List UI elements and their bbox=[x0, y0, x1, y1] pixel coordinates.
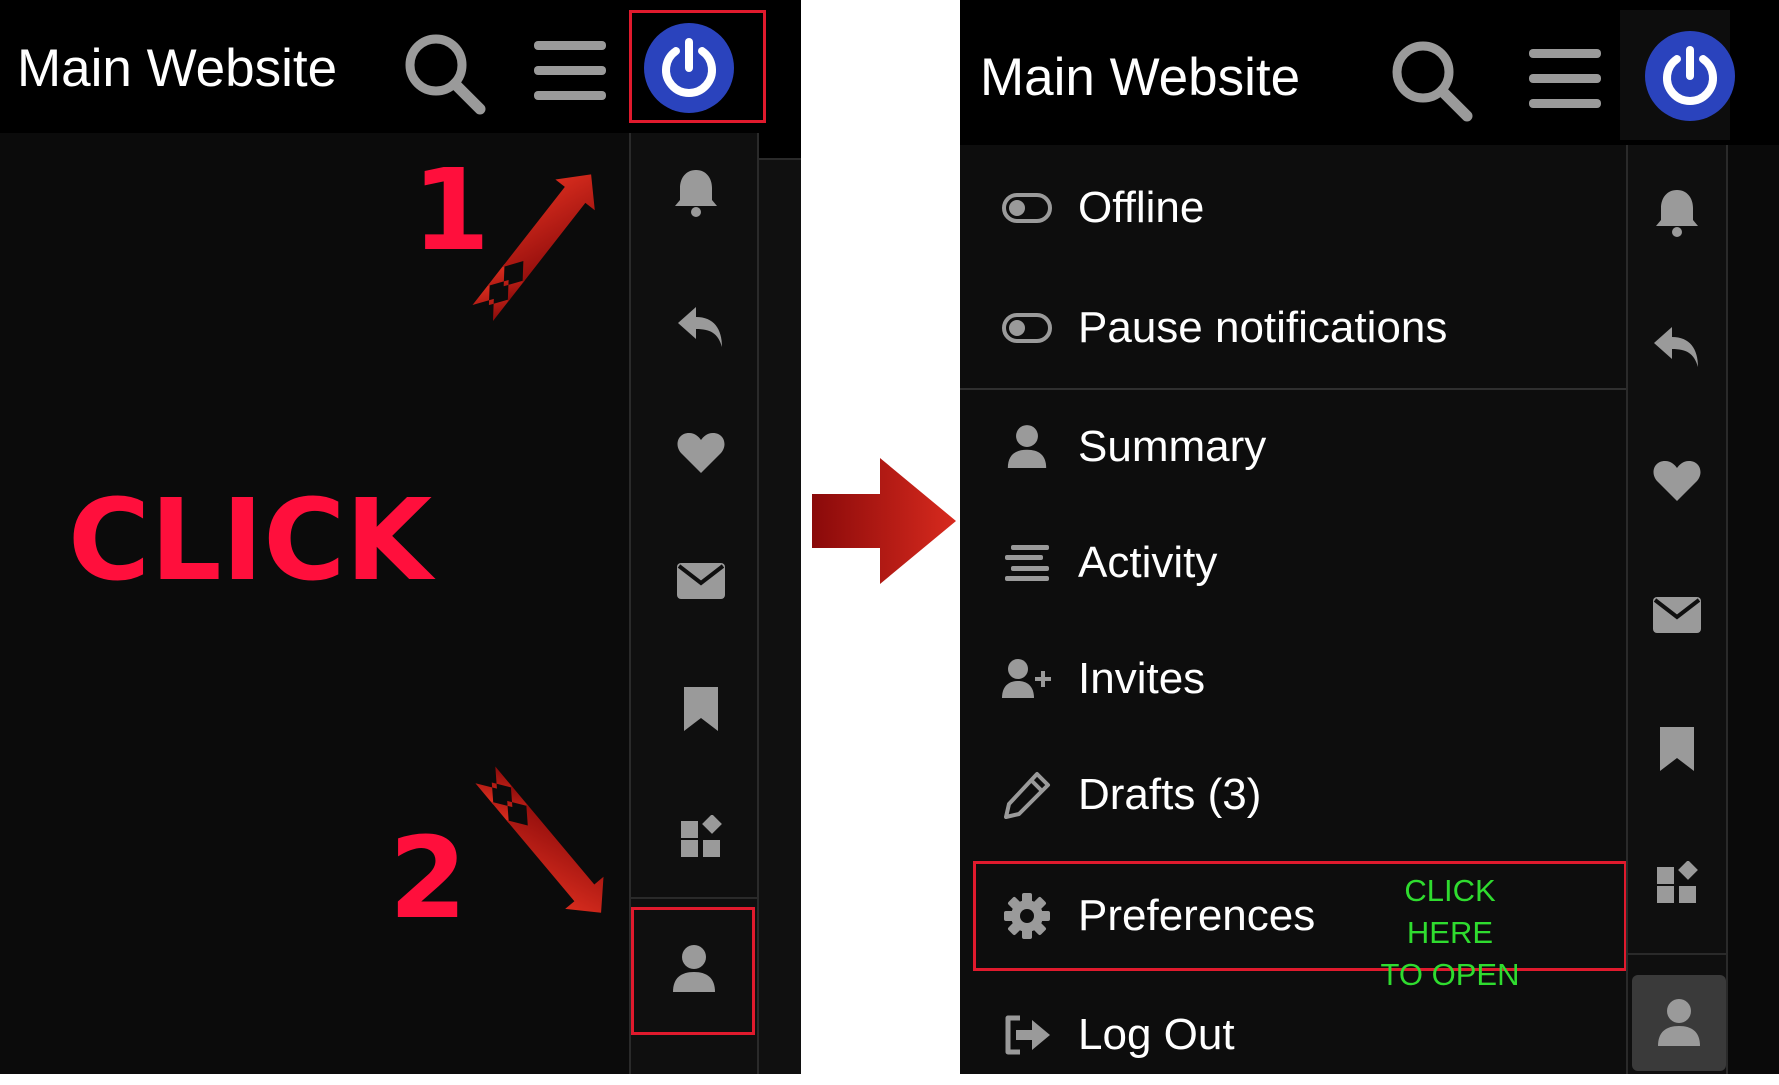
transition-arrow-icon bbox=[810, 456, 958, 586]
stream-icon bbox=[1000, 536, 1054, 590]
click-here-note: CLICK HERE TO OPEN bbox=[1360, 870, 1540, 996]
user-menu-panel: Offline Pause notifications Summary Acti… bbox=[960, 145, 1627, 1074]
site-title[interactable]: Main Website bbox=[17, 38, 337, 99]
sign-out-icon bbox=[1000, 1008, 1054, 1062]
user-icon[interactable] bbox=[664, 939, 724, 999]
menu-item-log-out[interactable]: Log Out bbox=[960, 985, 1626, 1085]
click-instruction: CLICK bbox=[68, 476, 433, 606]
envelope-icon[interactable] bbox=[1647, 585, 1707, 645]
avatar[interactable] bbox=[1644, 30, 1736, 122]
hamburger-menu-icon[interactable] bbox=[1527, 45, 1603, 113]
reply-icon[interactable] bbox=[671, 297, 731, 357]
menu-item-label: Offline bbox=[1078, 183, 1205, 232]
search-icon[interactable] bbox=[1387, 36, 1477, 126]
menu-item-label: Activity bbox=[1078, 538, 1218, 587]
rail-divider bbox=[631, 897, 757, 899]
menu-divider bbox=[960, 388, 1626, 390]
menu-item-invites[interactable]: Invites bbox=[960, 629, 1626, 729]
arrow-down-right-icon bbox=[455, 740, 625, 940]
user-icon bbox=[1000, 420, 1054, 474]
menu-item-label: Preferences bbox=[1078, 891, 1316, 940]
toggle-off-icon bbox=[1000, 301, 1054, 355]
arrow-up-right-icon bbox=[452, 155, 612, 345]
menu-item-label: Log Out bbox=[1078, 1010, 1235, 1059]
pencil-icon bbox=[1000, 768, 1054, 822]
envelope-icon[interactable] bbox=[671, 551, 731, 611]
heart-icon[interactable] bbox=[1647, 451, 1707, 511]
user-icon[interactable] bbox=[1649, 993, 1709, 1053]
icon-rail bbox=[1626, 145, 1728, 1074]
user-plus-icon bbox=[1000, 652, 1054, 706]
menu-item-label: Invites bbox=[1078, 654, 1206, 703]
header-bar: Main Website bbox=[960, 0, 1779, 145]
rail-divider bbox=[1628, 953, 1726, 955]
widgets-icon[interactable] bbox=[1647, 853, 1707, 913]
gear-icon bbox=[1000, 889, 1054, 943]
menu-item-summary[interactable]: Summary bbox=[960, 397, 1626, 497]
bookmark-icon[interactable] bbox=[1647, 719, 1707, 779]
bookmark-icon[interactable] bbox=[671, 679, 731, 739]
left-screenshot: Main Website 1 CLICK 2 bbox=[0, 0, 801, 1074]
menu-item-offline[interactable]: Offline bbox=[960, 158, 1626, 258]
reply-icon[interactable] bbox=[1647, 317, 1707, 377]
menu-item-activity[interactable]: Activity bbox=[960, 513, 1626, 613]
search-icon[interactable] bbox=[400, 29, 490, 119]
hamburger-menu-icon[interactable] bbox=[532, 37, 608, 105]
icon-rail bbox=[629, 133, 759, 1074]
menu-item-label: Pause notifications bbox=[1078, 303, 1448, 352]
toggle-off-icon bbox=[1000, 181, 1054, 235]
note-line-1: CLICK HERE bbox=[1404, 873, 1496, 950]
menu-item-pause-notifications[interactable]: Pause notifications bbox=[960, 278, 1626, 378]
widgets-icon[interactable] bbox=[671, 807, 731, 867]
bell-icon[interactable] bbox=[666, 163, 726, 223]
heart-icon[interactable] bbox=[671, 423, 731, 483]
header-bar: Main Website bbox=[0, 0, 801, 133]
page-edge bbox=[1728, 145, 1779, 1074]
site-title[interactable]: Main Website bbox=[980, 47, 1300, 108]
menu-item-label: Drafts (3) bbox=[1078, 770, 1262, 819]
avatar[interactable] bbox=[643, 22, 735, 114]
bell-icon[interactable] bbox=[1647, 183, 1707, 243]
menu-item-drafts[interactable]: Drafts (3) bbox=[960, 745, 1626, 845]
menu-item-label: Summary bbox=[1078, 422, 1267, 471]
page-edge bbox=[759, 158, 801, 1074]
right-screenshot: Main Website Offline Pause notifications bbox=[960, 0, 1779, 1074]
